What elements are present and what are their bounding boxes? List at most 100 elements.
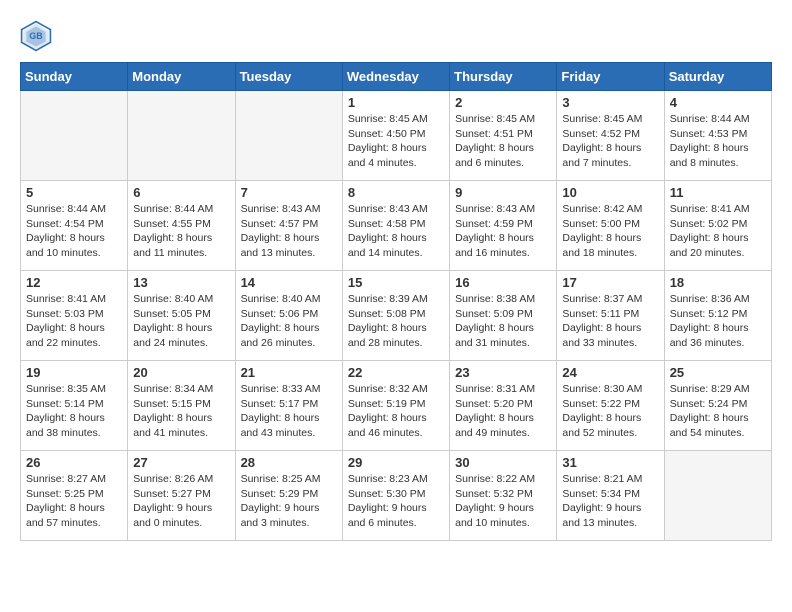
weekday-header-saturday: Saturday [664,63,771,91]
day-number: 21 [241,365,337,380]
day-number: 10 [562,185,658,200]
weekday-header-thursday: Thursday [450,63,557,91]
day-info: Sunrise: 8:44 AM Sunset: 4:54 PM Dayligh… [26,202,122,261]
day-number: 11 [670,185,766,200]
day-number: 13 [133,275,229,290]
calendar-week-4: 19 Sunrise: 8:35 AM Sunset: 5:14 PM Dayli… [21,361,772,451]
day-info: Sunrise: 8:38 AM Sunset: 5:09 PM Dayligh… [455,292,551,351]
calendar-week-2: 5 Sunrise: 8:44 AM Sunset: 4:54 PM Daylig… [21,181,772,271]
calendar-week-3: 12 Sunrise: 8:41 AM Sunset: 5:03 PM Dayli… [21,271,772,361]
day-info: Sunrise: 8:45 AM Sunset: 4:50 PM Dayligh… [348,112,444,171]
calendar-cell: 21 Sunrise: 8:33 AM Sunset: 5:17 PM Dayli… [235,361,342,451]
day-info: Sunrise: 8:22 AM Sunset: 5:32 PM Dayligh… [455,472,551,531]
day-number: 30 [455,455,551,470]
calendar-cell: 13 Sunrise: 8:40 AM Sunset: 5:05 PM Dayli… [128,271,235,361]
day-info: Sunrise: 8:32 AM Sunset: 5:19 PM Dayligh… [348,382,444,441]
day-info: Sunrise: 8:36 AM Sunset: 5:12 PM Dayligh… [670,292,766,351]
calendar-cell: 19 Sunrise: 8:35 AM Sunset: 5:14 PM Dayli… [21,361,128,451]
calendar-cell: 20 Sunrise: 8:34 AM Sunset: 5:15 PM Dayli… [128,361,235,451]
calendar-cell: 18 Sunrise: 8:36 AM Sunset: 5:12 PM Dayli… [664,271,771,361]
day-number: 8 [348,185,444,200]
calendar-cell: 4 Sunrise: 8:44 AM Sunset: 4:53 PM Daylig… [664,91,771,181]
day-info: Sunrise: 8:41 AM Sunset: 5:03 PM Dayligh… [26,292,122,351]
day-number: 6 [133,185,229,200]
day-number: 18 [670,275,766,290]
day-number: 3 [562,95,658,110]
day-info: Sunrise: 8:33 AM Sunset: 5:17 PM Dayligh… [241,382,337,441]
weekday-header-row: SundayMondayTuesdayWednesdayThursdayFrid… [21,63,772,91]
day-number: 2 [455,95,551,110]
calendar-cell: 31 Sunrise: 8:21 AM Sunset: 5:34 PM Dayli… [557,451,664,541]
day-info: Sunrise: 8:43 AM Sunset: 4:57 PM Dayligh… [241,202,337,261]
weekday-header-sunday: Sunday [21,63,128,91]
calendar-cell: 24Sunrise: 8:30 AM Sunset: 5:22 PM Dayli… [557,361,664,451]
weekday-header-monday: Monday [128,63,235,91]
calendar-cell [128,91,235,181]
day-number: 24 [562,365,658,380]
svg-text:GB: GB [29,31,42,41]
calendar-cell: 10 Sunrise: 8:42 AM Sunset: 5:00 PM Dayli… [557,181,664,271]
day-info: Sunrise: 8:44 AM Sunset: 4:55 PM Dayligh… [133,202,229,261]
day-number: 14 [241,275,337,290]
day-info: Sunrise: 8:34 AM Sunset: 5:15 PM Dayligh… [133,382,229,441]
day-info: Sunrise: 8:21 AM Sunset: 5:34 PM Dayligh… [562,472,658,531]
day-info: Sunrise: 8:25 AM Sunset: 5:29 PM Dayligh… [241,472,337,531]
day-info: Sunrise: 8:41 AM Sunset: 5:02 PM Dayligh… [670,202,766,261]
day-info: Sunrise: 8:40 AM Sunset: 5:05 PM Dayligh… [133,292,229,351]
day-number: 31 [562,455,658,470]
weekday-header-wednesday: Wednesday [342,63,449,91]
day-number: 5 [26,185,122,200]
calendar-table: SundayMondayTuesdayWednesdayThursdayFrid… [20,62,772,541]
calendar-cell: 7Sunrise: 8:43 AM Sunset: 4:57 PM Daylig… [235,181,342,271]
day-number: 16 [455,275,551,290]
calendar-cell: 8 Sunrise: 8:43 AM Sunset: 4:58 PM Daylig… [342,181,449,271]
day-info: Sunrise: 8:42 AM Sunset: 5:00 PM Dayligh… [562,202,658,261]
day-info: Sunrise: 8:44 AM Sunset: 4:53 PM Dayligh… [670,112,766,171]
day-number: 9 [455,185,551,200]
calendar-cell [235,91,342,181]
calendar-cell [21,91,128,181]
calendar-cell: 26Sunrise: 8:27 AM Sunset: 5:25 PM Dayli… [21,451,128,541]
page-header: GB [20,20,772,52]
calendar-cell: 17Sunrise: 8:37 AM Sunset: 5:11 PM Dayli… [557,271,664,361]
day-number: 19 [26,365,122,380]
day-number: 1 [348,95,444,110]
calendar-cell: 27Sunrise: 8:26 AM Sunset: 5:27 PM Dayli… [128,451,235,541]
calendar-cell: 22 Sunrise: 8:32 AM Sunset: 5:19 PM Dayli… [342,361,449,451]
logo: GB [20,20,56,52]
day-number: 4 [670,95,766,110]
day-number: 22 [348,365,444,380]
day-number: 29 [348,455,444,470]
day-info: Sunrise: 8:39 AM Sunset: 5:08 PM Dayligh… [348,292,444,351]
day-number: 17 [562,275,658,290]
day-info: Sunrise: 8:43 AM Sunset: 4:59 PM Dayligh… [455,202,551,261]
day-number: 12 [26,275,122,290]
calendar-cell: 29 Sunrise: 8:23 AM Sunset: 5:30 PM Dayli… [342,451,449,541]
calendar-cell: 30 Sunrise: 8:22 AM Sunset: 5:32 PM Dayli… [450,451,557,541]
calendar-cell: 23Sunrise: 8:31 AM Sunset: 5:20 PM Dayli… [450,361,557,451]
calendar-cell: 15 Sunrise: 8:39 AM Sunset: 5:08 PM Dayli… [342,271,449,361]
calendar-cell: 14 Sunrise: 8:40 AM Sunset: 5:06 PM Dayli… [235,271,342,361]
day-info: Sunrise: 8:40 AM Sunset: 5:06 PM Dayligh… [241,292,337,351]
calendar-cell: 6 Sunrise: 8:44 AM Sunset: 4:55 PM Daylig… [128,181,235,271]
logo-icon: GB [20,20,52,52]
day-info: Sunrise: 8:23 AM Sunset: 5:30 PM Dayligh… [348,472,444,531]
calendar-cell: 16 Sunrise: 8:38 AM Sunset: 5:09 PM Dayli… [450,271,557,361]
calendar-cell: 9 Sunrise: 8:43 AM Sunset: 4:59 PM Daylig… [450,181,557,271]
weekday-header-friday: Friday [557,63,664,91]
day-number: 25 [670,365,766,380]
day-info: Sunrise: 8:43 AM Sunset: 4:58 PM Dayligh… [348,202,444,261]
day-number: 23 [455,365,551,380]
day-info: Sunrise: 8:45 AM Sunset: 4:52 PM Dayligh… [562,112,658,171]
calendar-week-1: 1 Sunrise: 8:45 AM Sunset: 4:50 PM Daylig… [21,91,772,181]
day-info: Sunrise: 8:29 AM Sunset: 5:24 PM Dayligh… [670,382,766,441]
calendar-cell: 1 Sunrise: 8:45 AM Sunset: 4:50 PM Daylig… [342,91,449,181]
calendar-cell: 2Sunrise: 8:45 AM Sunset: 4:51 PM Daylig… [450,91,557,181]
day-number: 15 [348,275,444,290]
day-number: 20 [133,365,229,380]
weekday-header-tuesday: Tuesday [235,63,342,91]
day-info: Sunrise: 8:26 AM Sunset: 5:27 PM Dayligh… [133,472,229,531]
calendar-week-5: 26Sunrise: 8:27 AM Sunset: 5:25 PM Dayli… [21,451,772,541]
day-info: Sunrise: 8:35 AM Sunset: 5:14 PM Dayligh… [26,382,122,441]
calendar-cell: 28Sunrise: 8:25 AM Sunset: 5:29 PM Dayli… [235,451,342,541]
